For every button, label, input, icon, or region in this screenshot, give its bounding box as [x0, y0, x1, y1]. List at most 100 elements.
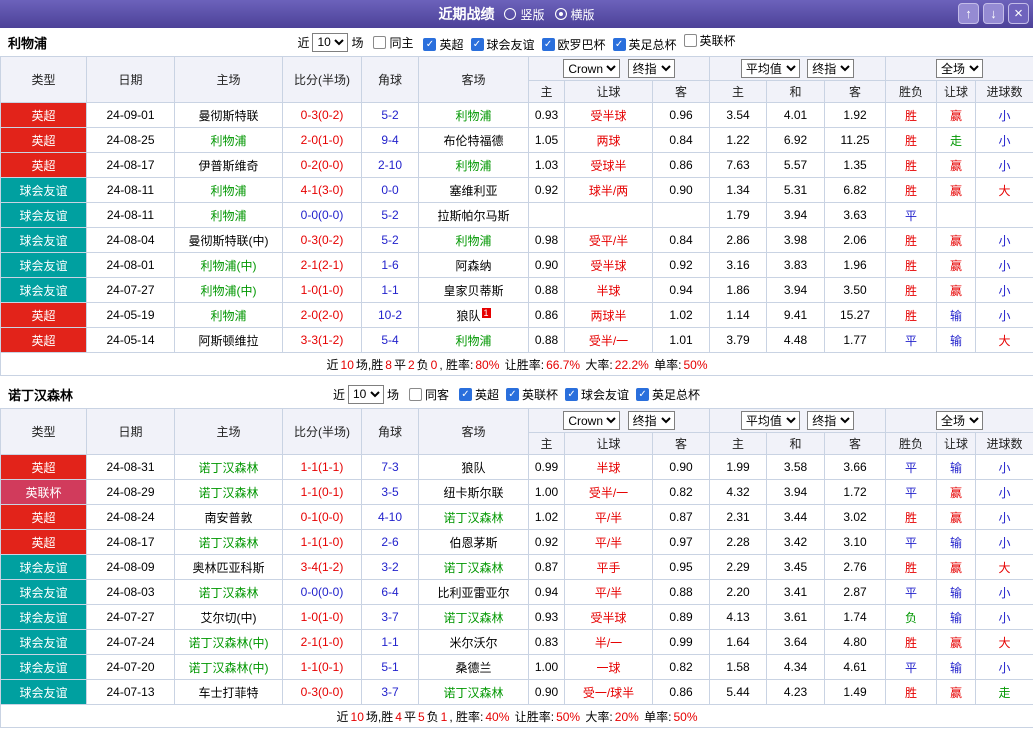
match-row: 英超 24-05-14 阿斯顿维拉 3-3(1-2) 5-4 利物浦 0.88 受半/一 1.0…: [0, 327, 1033, 353]
move-down-button[interactable]: ↓: [983, 3, 1004, 24]
away-team[interactable]: 塞维利亚: [418, 177, 529, 203]
score: 1-1(0-1): [282, 479, 362, 505]
league-badge: 球会友谊: [0, 277, 87, 303]
checkbox-unchecked-icon[interactable]: [408, 387, 422, 401]
radio-icon[interactable]: [504, 8, 517, 20]
league-filter-英足总杯[interactable]: ✓ 英足总杯: [612, 36, 677, 53]
away-team[interactable]: 米尔沃尔: [418, 629, 529, 655]
away-team[interactable]: 狼队 1: [418, 302, 529, 328]
games-label: 场: [386, 387, 399, 402]
match-count-select[interactable]: 10: [312, 32, 349, 52]
same-venue-filter[interactable]: 同客: [408, 386, 449, 403]
euro-draw-odds: 3.64: [766, 629, 825, 655]
away-team[interactable]: 诺丁汉森林: [418, 554, 529, 580]
home-team[interactable]: 阿斯顿维拉: [174, 327, 283, 353]
checkbox-checked-icon[interactable]: ✓: [636, 387, 650, 401]
layout-vertical-radio[interactable]: 竖版: [504, 6, 545, 23]
home-team[interactable]: 利物浦: [174, 302, 283, 328]
home-team[interactable]: 艾尔切(中): [174, 604, 283, 630]
euro-bookmaker-select[interactable]: 平均值: [740, 59, 800, 78]
asia-bookmaker-select[interactable]: Crown: [563, 59, 621, 78]
home-team[interactable]: 利物浦(中): [174, 252, 283, 278]
home-team[interactable]: 诺丁汉森林: [174, 479, 283, 505]
euro-draw-odds: 3.61: [766, 604, 825, 630]
asia-time-select[interactable]: 终指: [627, 411, 675, 430]
league-filter-球会友谊[interactable]: ✓ 球会友谊: [565, 386, 629, 403]
euro-draw-odds: 3.41: [766, 579, 825, 605]
checkbox-checked-icon[interactable]: ✓: [506, 387, 519, 401]
euro-bookmaker-select[interactable]: 平均值: [740, 411, 800, 430]
league-filter-英联杯[interactable]: 英联杯: [683, 32, 736, 49]
checkbox-checked-icon[interactable]: ✓: [458, 387, 472, 401]
radio-checked-icon[interactable]: [554, 8, 567, 20]
away-team[interactable]: 桑德兰: [418, 654, 529, 680]
period-select[interactable]: 全场: [936, 411, 984, 430]
league-filter-英超[interactable]: ✓ 英超: [423, 36, 464, 53]
euro-time-select[interactable]: 终指: [807, 59, 855, 78]
asian-home-odds: [528, 202, 565, 228]
summary-text: 让胜率:: [511, 709, 555, 724]
home-team[interactable]: 南安普敦: [174, 504, 283, 530]
checkbox-unchecked-icon[interactable]: [683, 33, 697, 47]
match-count-select[interactable]: 10: [347, 384, 384, 404]
away-team[interactable]: 利物浦: [418, 102, 529, 128]
away-team[interactable]: 伯恩茅斯: [418, 529, 529, 555]
league-filter-欧罗巴杯[interactable]: ✓ 欧罗巴杯: [541, 36, 606, 53]
asia-bookmaker-select[interactable]: Crown: [563, 411, 621, 430]
result-goals: 大: [975, 177, 1033, 203]
away-team[interactable]: 狼队: [418, 454, 529, 480]
home-team[interactable]: 曼彻斯特联(中): [174, 227, 283, 253]
checkbox-checked-icon[interactable]: ✓: [541, 37, 555, 51]
same-venue-filter[interactable]: 同主: [373, 34, 413, 51]
league-filter-英足总杯[interactable]: ✓ 英足总杯: [636, 386, 700, 403]
home-team[interactable]: 车士打菲特: [174, 679, 283, 705]
league-filter-球会友谊[interactable]: ✓ 球会友谊: [470, 36, 535, 53]
league-filter-英联杯[interactable]: ✓ 英联杯: [506, 386, 558, 403]
euro-draw-odds: 3.44: [766, 504, 825, 530]
home-team[interactable]: 诺丁汉森林(中): [174, 654, 283, 680]
euro-away-odds: 3.63: [823, 202, 887, 228]
checkbox-unchecked-icon[interactable]: [373, 35, 387, 49]
euro-time-select[interactable]: 终指: [807, 411, 855, 430]
away-team[interactable]: 利物浦: [418, 227, 529, 253]
result-handicap: 赢: [936, 102, 977, 128]
home-team[interactable]: 利物浦(中): [174, 277, 283, 303]
away-team[interactable]: 拉斯帕尔马斯: [418, 202, 529, 228]
away-team[interactable]: 布伦特福德: [418, 127, 529, 153]
asia-time-select[interactable]: 终指: [627, 59, 675, 78]
home-team[interactable]: 诺丁汉森林: [174, 579, 283, 605]
away-team[interactable]: 纽卡斯尔联: [418, 479, 529, 505]
home-team[interactable]: 利物浦: [174, 202, 283, 228]
checkbox-checked-icon[interactable]: ✓: [470, 37, 484, 51]
away-team[interactable]: 诺丁汉森林: [418, 679, 529, 705]
home-team[interactable]: 奥林匹亚科斯: [174, 554, 283, 580]
layout-horizontal-radio[interactable]: 横版: [554, 6, 595, 23]
period-select[interactable]: 全场: [936, 59, 984, 78]
col-date-header: 日期: [86, 408, 175, 455]
league-filter-英超[interactable]: ✓ 英超: [458, 386, 499, 403]
home-team[interactable]: 诺丁汉森林: [174, 529, 283, 555]
home-team[interactable]: 利物浦: [174, 177, 283, 203]
away-team[interactable]: 利物浦: [418, 327, 529, 353]
euro-home-odds: 5.44: [709, 679, 767, 705]
move-up-button[interactable]: ↑: [958, 3, 979, 24]
home-team[interactable]: 伊普斯维奇: [174, 152, 283, 178]
home-team[interactable]: 诺丁汉森林(中): [174, 629, 283, 655]
away-team[interactable]: 皇家贝蒂斯: [418, 277, 529, 303]
away-team[interactable]: 利物浦: [418, 152, 529, 178]
checkbox-checked-icon[interactable]: ✓: [423, 37, 437, 51]
summary-text: 80%: [475, 357, 500, 372]
euro-home-odds: 1.99: [709, 454, 767, 480]
checkbox-checked-icon[interactable]: ✓: [565, 387, 579, 401]
checkbox-checked-icon[interactable]: ✓: [612, 37, 626, 51]
away-team[interactable]: 诺丁汉森林: [418, 604, 529, 630]
close-button[interactable]: ×: [1008, 3, 1029, 24]
away-team[interactable]: 诺丁汉森林: [418, 504, 529, 530]
home-team[interactable]: 曼彻斯特联: [174, 102, 283, 128]
asian-handicap: 球半/两: [564, 177, 653, 203]
home-team[interactable]: 利物浦: [174, 127, 283, 153]
home-team[interactable]: 诺丁汉森林: [174, 454, 283, 480]
asian-handicap: 受半球: [564, 604, 653, 630]
away-team[interactable]: 比利亚雷亚尔: [418, 579, 529, 605]
away-team[interactable]: 阿森纳: [418, 252, 529, 278]
